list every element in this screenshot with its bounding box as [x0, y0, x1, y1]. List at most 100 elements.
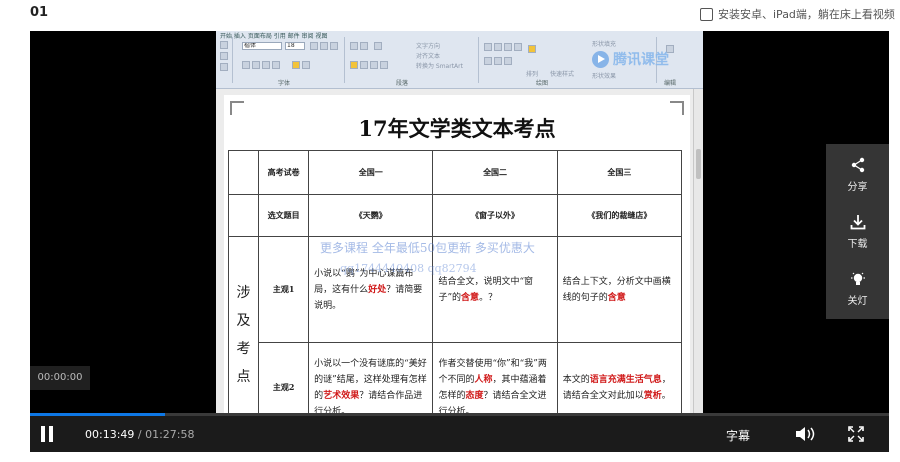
- emphasis-text: 艺术效果: [323, 390, 360, 401]
- lights-off-button[interactable]: 关灯: [826, 260, 889, 318]
- align-left-icon: [350, 61, 358, 69]
- side-label-cell: 涉及考点: [227, 236, 260, 416]
- text-direction-label: 文字方向: [416, 43, 441, 50]
- side-action-panel: 分享 下载 关灯: [826, 144, 889, 319]
- emphasis-text: 含意: [461, 292, 480, 303]
- app-promo-label: 安装安卓、iPad端，躺在床上看视频: [718, 8, 895, 21]
- table-cell: 全国一: [308, 150, 434, 195]
- table-cell: 《天鹦》: [308, 194, 434, 237]
- word-ribbon: 开始 插入 页面布局 引用 邮件 审阅 视图 楷体 18 字体 文字方向 对齐文…: [216, 31, 703, 89]
- duration: / 01:27:58: [137, 428, 195, 441]
- app-promo-checkbox[interactable]: [700, 7, 713, 21]
- font-color-icon: [302, 61, 310, 69]
- shape-brace-icon: [504, 57, 512, 65]
- clear-format-icon: [330, 42, 338, 50]
- bold-icon: [242, 61, 250, 69]
- shrink-font-icon: [320, 42, 328, 50]
- document-scrollbar: [693, 89, 703, 416]
- overlay-watermark: 更多课程 全年最低50包更新 多买优惠大: [320, 241, 535, 255]
- document-scroll-thumb: [696, 149, 701, 179]
- emphasis-text: 含意: [607, 292, 626, 303]
- side-label: 涉及考点: [236, 284, 251, 385]
- indent-icon: [374, 42, 382, 50]
- copy-icon: [220, 52, 228, 60]
- align-right-icon: [370, 61, 378, 69]
- shape-effect-label: 形状效果: [592, 73, 617, 80]
- align-center-icon: [360, 61, 368, 69]
- subtitle-button[interactable]: 字幕: [726, 427, 750, 444]
- pause-icon[interactable]: [38, 424, 56, 444]
- play-logo-icon: [592, 50, 609, 68]
- shape-arrow-icon: [514, 43, 522, 51]
- table-cell: [227, 150, 260, 195]
- numbering-icon: [360, 42, 368, 50]
- download-icon: [850, 215, 865, 230]
- current-time: 00:13:49: [85, 428, 135, 441]
- grow-font-icon: [310, 42, 318, 50]
- ribbon-divider: [344, 37, 345, 83]
- ribbon-divider: [478, 37, 479, 83]
- cut-icon: [220, 41, 228, 49]
- strikethrough-icon: [272, 61, 280, 69]
- emphasis-text: 人称: [474, 374, 493, 385]
- table-cell: 主观2: [258, 342, 310, 416]
- shape-triangle-icon: [484, 57, 492, 65]
- quick-style-label: 快速样式: [550, 71, 575, 78]
- highlight-icon: [292, 61, 300, 69]
- episode-title: 01: [30, 5, 49, 20]
- table-cell: 《窗子以外》: [432, 194, 558, 237]
- overlay-contact: qq1744440408 qq82794: [340, 262, 477, 275]
- control-bar: 00:13:49 / 01:27:58 字幕: [30, 416, 889, 452]
- shape-rect-icon: [484, 43, 492, 51]
- smartart-label: 转换为 SmartArt: [416, 63, 463, 70]
- underline-icon: [262, 61, 270, 69]
- shape-fill-label: 形状填充: [592, 41, 617, 48]
- table-cell: 高考试卷: [258, 150, 310, 195]
- time-display: 00:13:49 / 01:27:58: [85, 428, 195, 441]
- italic-icon: [252, 61, 260, 69]
- table-cell: 主观1: [258, 236, 310, 343]
- ribbon-group-drawing: 绘图: [536, 80, 549, 87]
- volume-icon[interactable]: [795, 426, 817, 442]
- table-row: 高考试卷 全国一 全国二 全国三: [227, 150, 683, 195]
- download-button[interactable]: 下载: [826, 203, 889, 261]
- lightbulb-icon: [850, 272, 865, 285]
- arrange-icon: [528, 45, 536, 53]
- video-frame: 开始 插入 页面布局 引用 邮件 审阅 视图 楷体 18 字体 文字方向 对齐文…: [216, 31, 703, 416]
- emphasis-text: 赏析: [643, 390, 662, 401]
- share-button[interactable]: 分享: [826, 146, 889, 204]
- emphasis-text: 语言充满生活气息: [589, 374, 662, 385]
- table-row: 选文题目 《天鹦》 《窗子以外》 《我们的裁缝店》: [227, 194, 683, 237]
- table-cell: [227, 194, 260, 237]
- font-size-box: 18: [285, 42, 305, 50]
- app-promo-toggle[interactable]: 安装安卓、iPad端，躺在床上看视频: [700, 5, 895, 23]
- ribbon-group-font: 字体: [278, 80, 291, 87]
- ribbon-group-edit: 编辑: [664, 80, 677, 87]
- hover-time-tooltip: 00:00:00: [30, 366, 90, 390]
- top-bar: 01 安装安卓、iPad端，躺在床上看视频: [0, 0, 900, 30]
- logo-text: 腾讯课堂: [613, 52, 669, 68]
- fullscreen-icon[interactable]: [848, 426, 864, 442]
- ribbon-divider: [232, 37, 233, 83]
- format-painter-icon: [220, 63, 228, 71]
- arrange-label: 排列: [526, 71, 539, 78]
- table-cell: 本文的语言充满生活气息，请结合全文对此加以赏析。: [556, 342, 683, 416]
- table-cell: 全国二: [432, 150, 558, 195]
- emphasis-text: 态度: [465, 390, 484, 401]
- emphasis-text: 好处: [368, 284, 387, 295]
- shape-oval-icon: [504, 43, 512, 51]
- lights-off-label: 关灯: [847, 296, 868, 307]
- download-label: 下载: [847, 239, 868, 250]
- ribbon-tabs: 开始 插入 页面布局 引用 邮件 审阅 视图: [220, 33, 328, 40]
- font-name-box: 楷体: [242, 42, 282, 50]
- table-cell: 选文题目: [258, 194, 310, 237]
- ribbon-group-paragraph: 段落: [396, 80, 409, 87]
- exam-points-table: 高考试卷 全国一 全国二 全国三 选文题目 《天鹦》 《窗子以外》 《我们的裁缝…: [227, 150, 683, 416]
- table-cell: 作者交替使用“你”和“我”两个不同的人称，其中蕴涵着怎样的态度？请结合全文进行分…: [432, 342, 558, 416]
- table-cell: 《我们的裁缝店》: [556, 194, 683, 237]
- share-icon: [851, 157, 864, 173]
- bullets-icon: [350, 42, 358, 50]
- video-player[interactable]: 开始 插入 页面布局 引用 邮件 审阅 视图 楷体 18 字体 文字方向 对齐文…: [30, 31, 889, 416]
- tencent-classroom-logo: 腾讯课堂: [592, 49, 669, 69]
- align-text-label: 对齐文本: [416, 53, 441, 60]
